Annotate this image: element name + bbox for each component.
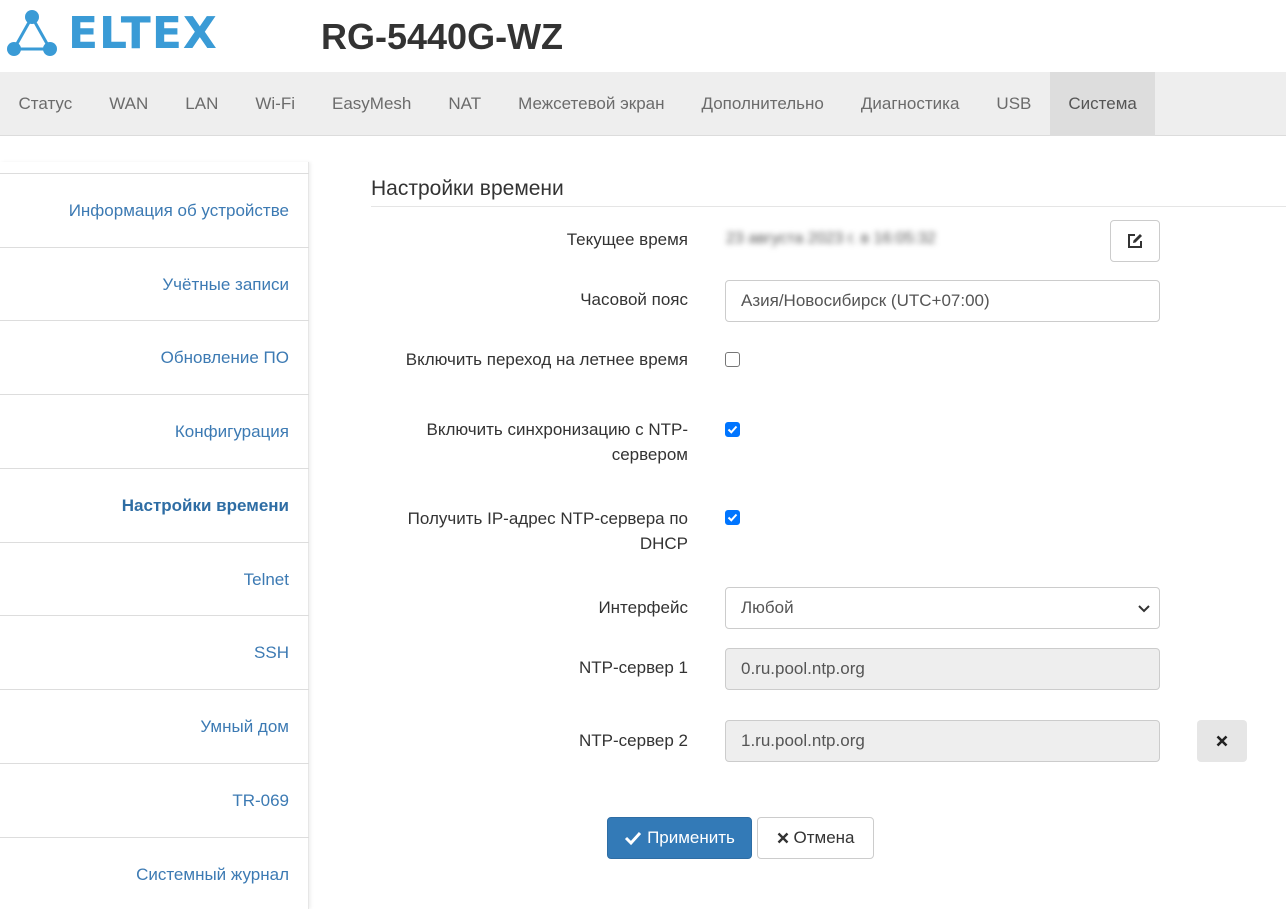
ntp-dhcp-label: Получить IP-адрес NTP-сервера по DHCP (368, 506, 688, 556)
tab-diagnostics[interactable]: Диагностика (842, 72, 978, 136)
tab-wan[interactable]: WAN (91, 72, 167, 136)
title-divider (371, 206, 1286, 207)
eltex-logo-icon (7, 10, 57, 56)
device-model: RG-5440G-WZ (321, 16, 564, 57)
main-content: Настройки времени Текущее время 23 авгус… (371, 162, 1286, 909)
remove-ntp-server-2-button[interactable] (1197, 720, 1247, 762)
apply-button-label: Применить (647, 828, 735, 847)
edit-icon (1128, 234, 1142, 248)
sidebar-item-time-settings[interactable]: Настройки времени (0, 468, 309, 542)
logo-text: ELTEX (68, 8, 218, 59)
apply-button[interactable]: Применить (607, 817, 752, 859)
current-time-label: Текущее время (566, 230, 688, 249)
ntp-sync-label-line2: сервером (611, 445, 688, 464)
check-icon (625, 831, 642, 846)
tab-nat[interactable]: NAT (430, 72, 500, 136)
interface-select-value: Любой (741, 598, 794, 617)
ntp-sync-label: Включить синхронизацию с NTP- сервером (368, 417, 689, 467)
checkmark-icon (727, 513, 738, 522)
ntp-dhcp-checkbox[interactable] (725, 510, 740, 525)
ntp-server-1-input[interactable]: 0.ru.pool.ntp.org (725, 648, 1160, 690)
close-icon (777, 832, 788, 844)
sidebar-item-telnet[interactable]: Telnet (0, 542, 309, 616)
tab-usb[interactable]: USB (978, 72, 1050, 136)
sidebar-item-configuration[interactable]: Конфигурация (0, 394, 309, 468)
sidebar: Информация об устройстве Учётные записи … (0, 162, 309, 909)
tab-easymesh[interactable]: EasyMesh (314, 72, 430, 136)
cancel-button-label: Отмена (793, 828, 855, 847)
cancel-button[interactable]: Отмена (757, 817, 874, 859)
eltex-logo[interactable]: ELTEX (6, 9, 218, 59)
tab-status[interactable]: Статус (0, 72, 91, 136)
top-nav: Статус WAN LAN Wi-Fi EasyMesh NAT Межсет… (0, 72, 1286, 136)
current-time-value: 23 августа 2023 г. в 16:05:32 (726, 230, 936, 247)
tab-advanced[interactable]: Дополнительно (683, 72, 842, 136)
sidebar-item-accounts[interactable]: Учётные записи (0, 247, 309, 321)
ntp-dhcp-label-line1: Получить IP-адрес NTP-сервера по (407, 509, 688, 528)
timezone-label: Часовой пояс (580, 290, 688, 309)
tab-system[interactable]: Система (1049, 72, 1156, 136)
sidebar-item-system-log[interactable]: Системный журнал (0, 837, 309, 909)
ntp-sync-checkbox[interactable] (725, 422, 740, 437)
sidebar-item-device-info[interactable]: Информация об устройстве (0, 173, 309, 247)
page-title: Настройки времени (371, 177, 564, 200)
tab-wifi[interactable]: Wi-Fi (237, 72, 314, 136)
checkmark-icon (727, 425, 738, 434)
tab-firewall[interactable]: Межсетевой экран (500, 72, 683, 136)
header: ELTEX RG-5440G-WZ (0, 0, 1286, 72)
tab-lan[interactable]: LAN (167, 72, 237, 136)
ntp-dhcp-label-line2: DHCP (639, 534, 688, 553)
sidebar-item-ssh[interactable]: SSH (0, 615, 309, 689)
timezone-field[interactable]: Азия/Новосибирск (UTC+07:00) (725, 280, 1160, 322)
ntp-server-1-label: NTP-сервер 1 (579, 658, 688, 677)
dst-checkbox[interactable] (725, 352, 740, 367)
ntp-sync-label-line1: Включить синхронизацию с NTP- (426, 420, 689, 439)
interface-label: Интерфейс (598, 598, 688, 617)
ntp-server-2-label: NTP-сервер 2 (579, 731, 688, 750)
chevron-down-icon (1138, 605, 1150, 613)
edit-time-button[interactable] (1110, 220, 1160, 262)
dst-label: Включить переход на летнее время (405, 350, 688, 369)
sidebar-item-tr069[interactable]: TR-069 (0, 763, 309, 837)
sidebar-item-firmware-update[interactable]: Обновление ПО (0, 320, 309, 394)
interface-select[interactable]: Любой (725, 587, 1160, 629)
close-icon (1216, 735, 1228, 747)
sidebar-item-smart-home[interactable]: Умный дом (0, 689, 309, 763)
ntp-server-2-input[interactable]: 1.ru.pool.ntp.org (725, 720, 1160, 762)
